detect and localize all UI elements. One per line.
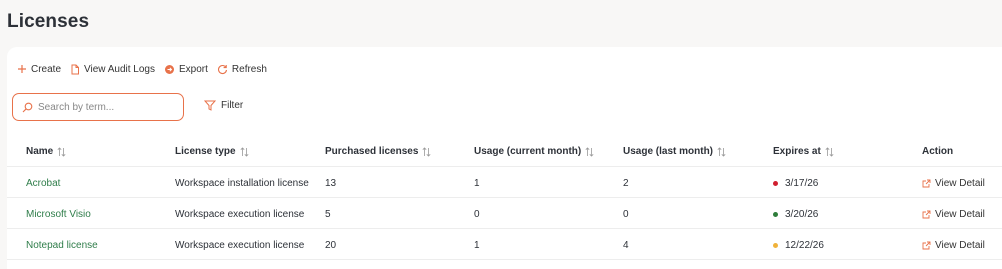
purchased-cell: 13: [325, 178, 337, 189]
column-header-expires-at[interactable]: Expires at: [773, 146, 834, 157]
export-label: Export: [179, 63, 208, 75]
expires-cell: 3/20/26: [785, 209, 819, 220]
usage-current-cell: 0: [474, 209, 480, 220]
view-detail-link[interactable]: View Detail: [922, 209, 985, 220]
license-name-link[interactable]: Acrobat: [26, 178, 60, 189]
column-header-usage-current-month[interactable]: Usage (current month): [474, 146, 594, 157]
sort-icon: [717, 146, 726, 157]
license-type-cell: Workspace execution license: [175, 240, 305, 251]
usage-last-cell: 0: [623, 209, 629, 220]
filter-icon: [204, 100, 216, 111]
table-row: Acrobat Workspace installation license 1…: [7, 167, 1002, 198]
licenses-card: Create View Audit Logs Export Refresh Se…: [7, 47, 1002, 269]
table-row: Microsoft Visio Workspace execution lice…: [7, 198, 1002, 229]
table-row: Notepad license Workspace execution lice…: [7, 229, 1002, 260]
view-detail-link[interactable]: View Detail: [922, 240, 985, 251]
plus-icon: [18, 65, 26, 73]
column-header-license-type[interactable]: License type: [175, 146, 249, 157]
filter-button[interactable]: Filter: [204, 100, 243, 111]
table-header: Name License type Purchased licenses Usa…: [7, 133, 1002, 167]
external-link-icon: [922, 210, 931, 219]
search-box: [12, 93, 184, 121]
purchased-cell: 20: [325, 240, 337, 251]
column-header-purchased-licenses[interactable]: Purchased licenses: [325, 146, 431, 157]
license-name-link[interactable]: Notepad license: [26, 240, 98, 251]
column-header-name[interactable]: Name: [26, 146, 66, 157]
sort-icon: [585, 146, 594, 157]
status-dot: [773, 181, 778, 186]
sort-icon: [57, 146, 66, 157]
license-type-cell: Workspace installation license: [175, 178, 309, 189]
sort-icon: [825, 146, 834, 157]
external-link-icon: [922, 179, 931, 188]
refresh-icon: [217, 64, 227, 74]
expires-cell: 12/22/26: [785, 240, 824, 251]
license-name-link[interactable]: Microsoft Visio: [26, 209, 91, 220]
search-input[interactable]: [38, 101, 168, 113]
view-detail-link[interactable]: View Detail: [922, 178, 985, 189]
search-icon: [22, 102, 33, 112]
expires-cell: 3/17/26: [785, 178, 819, 189]
usage-current-cell: 1: [474, 240, 480, 251]
licenses-table: Name License type Purchased licenses Usa…: [7, 133, 1002, 260]
column-header-usage-last-month[interactable]: Usage (last month): [623, 146, 726, 157]
create-label: Create: [31, 63, 62, 75]
filter-label: Filter: [221, 100, 244, 111]
view-audit-logs-label: View Audit Logs: [84, 63, 155, 75]
sort-icon: [240, 146, 249, 157]
usage-last-cell: 2: [623, 178, 629, 189]
export-button[interactable]: Export: [164, 64, 208, 75]
status-dot: [773, 212, 778, 217]
sort-icon: [422, 146, 431, 157]
license-type-cell: Workspace execution license: [175, 209, 305, 220]
external-link-icon: [922, 241, 931, 250]
status-dot: [773, 243, 778, 248]
document-icon: [71, 64, 80, 74]
column-header-action: Action: [922, 146, 954, 157]
usage-current-cell: 1: [474, 178, 480, 189]
usage-last-cell: 4: [623, 240, 629, 251]
create-button[interactable]: Create: [17, 64, 61, 75]
toolbar: Create View Audit Logs Export Refresh: [17, 61, 276, 77]
page-title: Licenses: [7, 11, 90, 32]
export-icon: [165, 64, 174, 74]
refresh-label: Refresh: [231, 63, 267, 75]
view-audit-logs-button[interactable]: View Audit Logs: [70, 64, 155, 75]
refresh-button[interactable]: Refresh: [217, 64, 267, 75]
purchased-cell: 5: [325, 209, 331, 220]
